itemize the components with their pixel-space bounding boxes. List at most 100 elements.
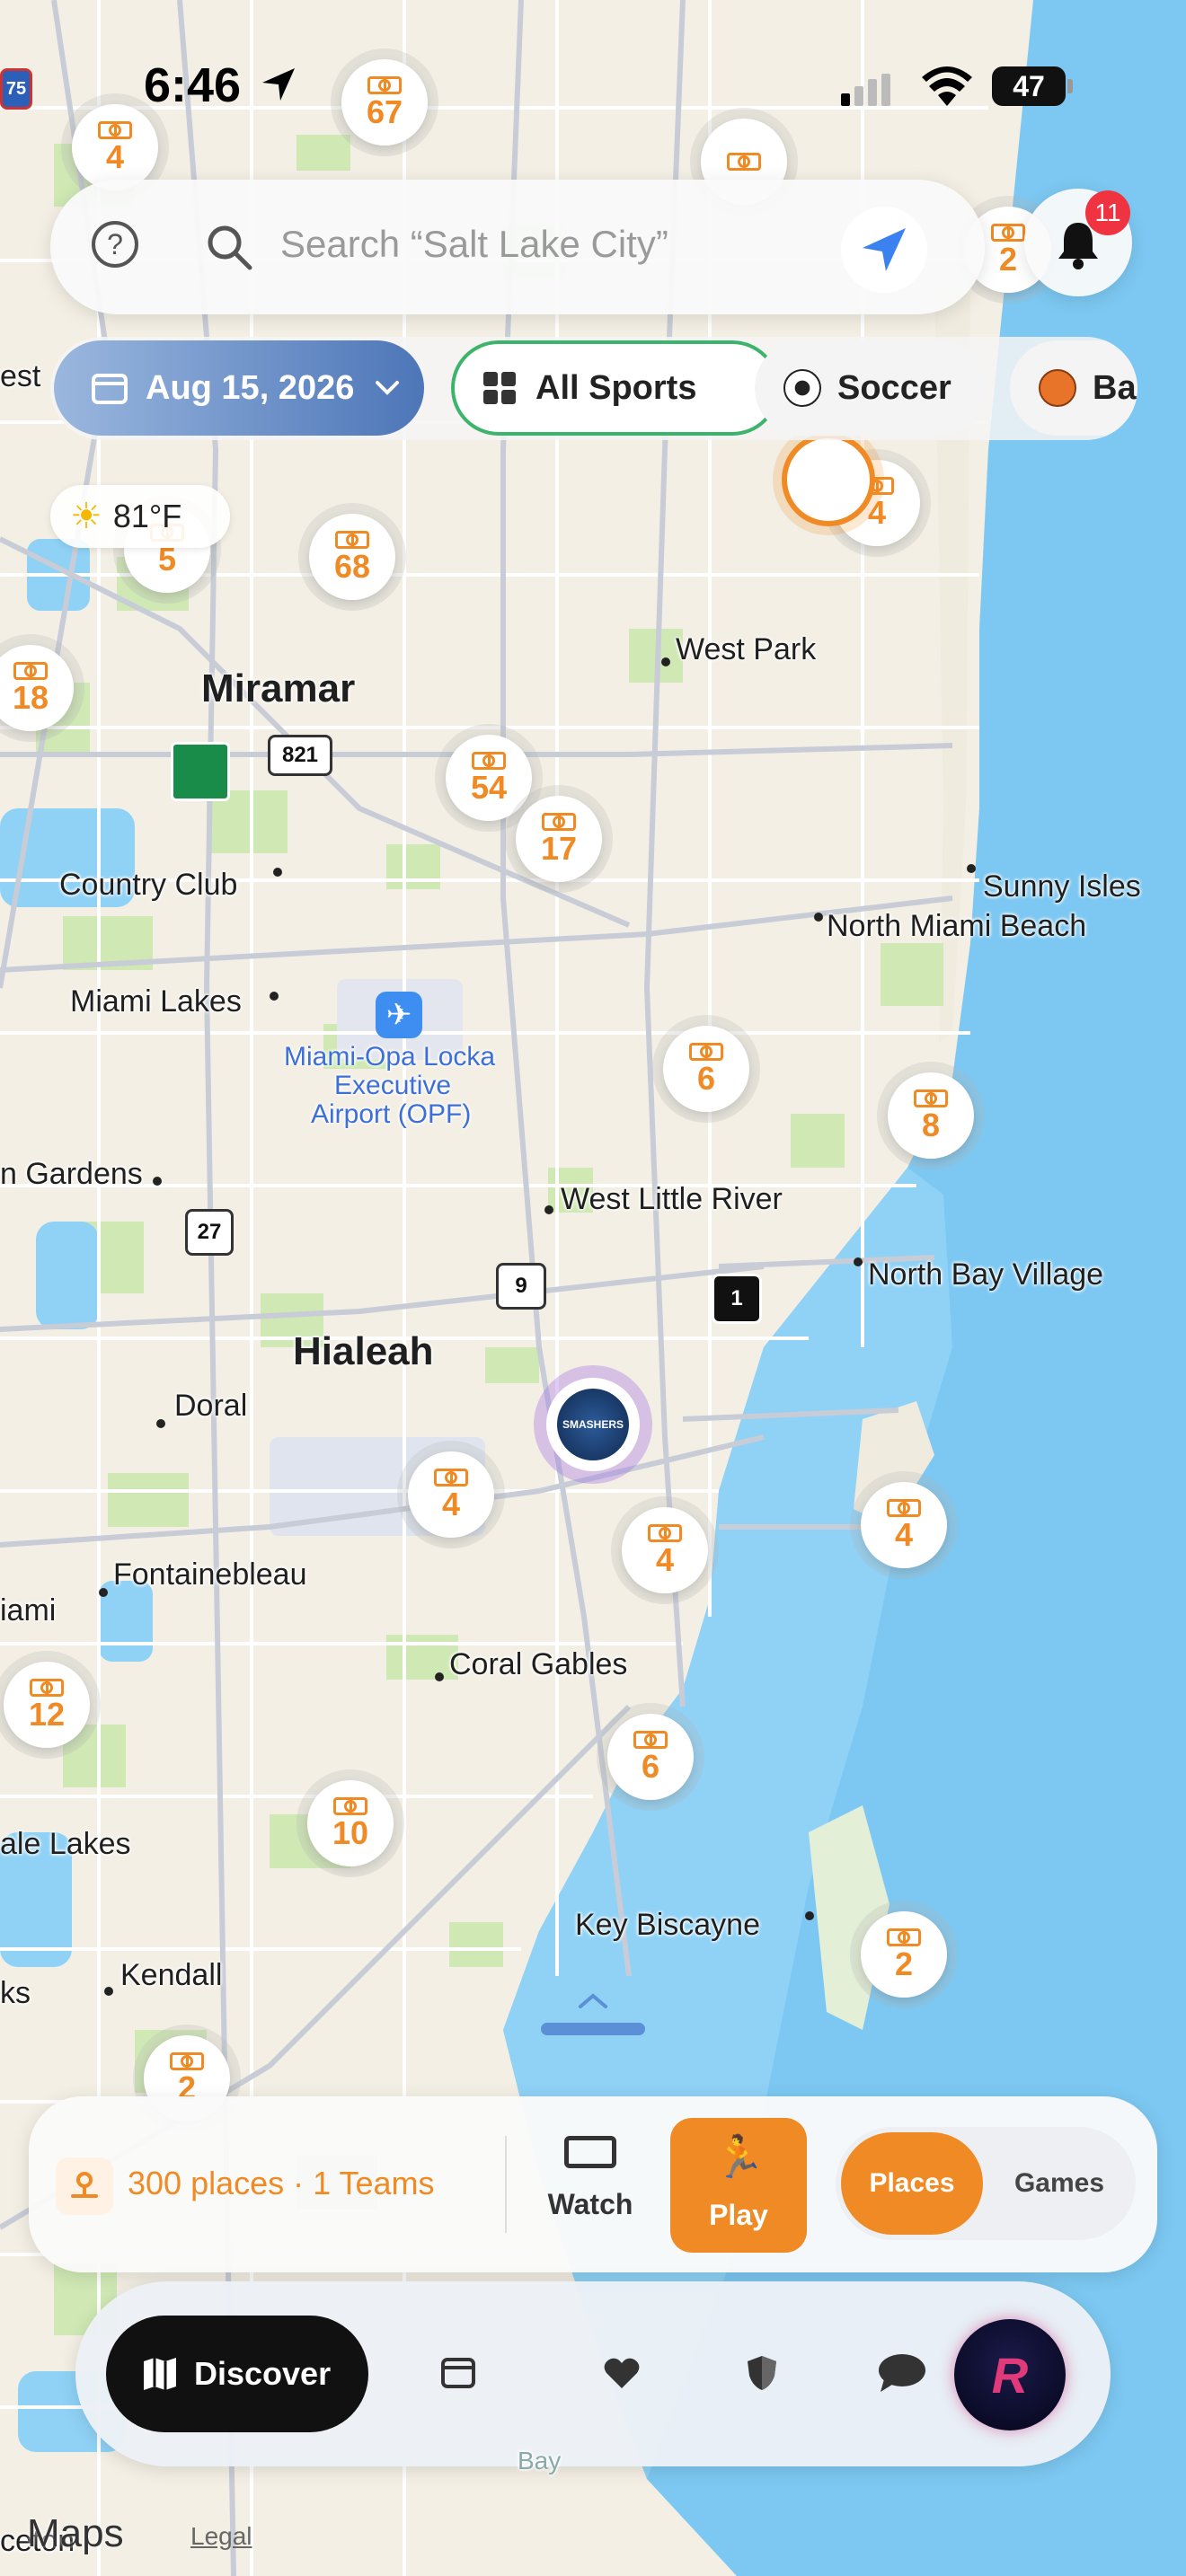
field-icon <box>542 813 576 831</box>
soccer-ball-icon <box>783 369 821 407</box>
tab-bar: Discover R <box>75 2281 1111 2466</box>
field-icon <box>335 531 369 549</box>
field-icon <box>98 121 132 139</box>
city-label-key-biscayne: Key Biscayne <box>575 1908 760 1942</box>
city-label-coral-gables: Coral Gables <box>449 1647 628 1681</box>
tab-favorites[interactable] <box>586 2337 658 2409</box>
cluster-pin[interactable]: 4 <box>408 1451 494 1538</box>
city-label-bay: Bay <box>518 2447 562 2475</box>
running-person-icon: 🏃 <box>713 2133 766 2180</box>
legal-link[interactable]: Legal <box>190 2522 252 2551</box>
places-games-toggle[interactable]: Places Games <box>836 2127 1136 2240</box>
city-label-miramar: Miramar <box>201 666 356 710</box>
city-dot <box>435 1672 444 1681</box>
filter-chip-row[interactable]: Aug 15, 2026 All Sports Soccer Ba <box>50 337 1137 440</box>
highway-shield-27: 27 <box>185 1209 234 1256</box>
city-dot <box>104 1987 113 1996</box>
toggle-games[interactable]: Games <box>988 2132 1130 2235</box>
signal-icon <box>841 74 891 106</box>
tab-discover[interactable]: Discover <box>106 2316 368 2432</box>
locate-me-button[interactable] <box>841 207 927 293</box>
field-icon <box>333 1797 367 1815</box>
city-label-country-club: Country Club <box>59 868 238 902</box>
weather-temp: 81°F <box>112 498 182 534</box>
airport-icon[interactable]: ✈ <box>376 992 422 1038</box>
cluster-pin[interactable]: 8 <box>888 1072 974 1159</box>
apple-maps-attribution: Maps <box>27 2511 124 2555</box>
city-label-miami-lakes: Miami Lakes <box>70 984 242 1019</box>
cluster-pin[interactable]: 68 <box>309 514 395 600</box>
field-icon <box>434 1469 468 1486</box>
field-icon <box>689 1043 723 1061</box>
team-logo: SMASHERS <box>557 1389 629 1460</box>
highway-shield-9: 9 <box>496 1263 546 1310</box>
field-icon <box>30 1679 64 1697</box>
airport-label-line2: Executive <box>334 1071 452 1100</box>
cluster-pin[interactable]: 12 <box>4 1662 90 1748</box>
profile-avatar[interactable]: R <box>954 2319 1066 2430</box>
date-filter-chip[interactable]: Aug 15, 2026 <box>54 340 424 436</box>
toggle-places[interactable]: Places <box>841 2132 983 2235</box>
city-dot <box>153 1177 162 1186</box>
cluster-pin[interactable]: 6 <box>607 1714 694 1800</box>
field-icon <box>564 2136 616 2168</box>
watch-button[interactable]: Watch <box>532 2123 649 2245</box>
grid-icon <box>483 372 516 404</box>
team-pin-smashers[interactable]: SMASHERS <box>546 1378 640 1471</box>
chip-soccer[interactable]: Soccer <box>755 340 988 436</box>
results-count[interactable]: 300 places · 1 Teams <box>128 2165 435 2202</box>
city-label-fontainebleau: Fontainebleau <box>113 1557 307 1592</box>
cluster-pin[interactable]: 2 <box>861 1911 947 1998</box>
calendar-icon <box>92 374 128 404</box>
selected-venue-pin[interactable] <box>782 433 875 526</box>
sun-icon: ☀ <box>70 497 102 536</box>
city-dot <box>967 864 976 873</box>
tab-calendar[interactable] <box>422 2337 494 2409</box>
city-dot <box>661 657 670 666</box>
divider <box>505 2136 507 2233</box>
search-input[interactable]: Search “Salt Lake City” <box>280 223 668 266</box>
cluster-pin[interactable]: 17 <box>516 796 602 882</box>
highway-shield-1: 1 <box>712 1274 762 1324</box>
field-icon <box>170 2052 204 2070</box>
heart-icon <box>604 2358 640 2388</box>
cluster-pin[interactable]: 4 <box>72 104 158 190</box>
city-label-est: est <box>0 359 41 393</box>
shield-icon <box>748 2356 776 2390</box>
florida-turnpike-icon <box>171 742 230 801</box>
map-icon <box>144 2358 176 2390</box>
chip-basketball[interactable]: Ba <box>1010 340 1137 436</box>
weather-badge: ☀ 81°F <box>50 485 230 548</box>
tab-messages[interactable] <box>866 2337 938 2409</box>
city-dot <box>99 1588 108 1597</box>
search-bar[interactable]: ? Search “Salt Lake City” <box>50 180 985 314</box>
play-button[interactable]: 🏃 Play <box>670 2118 807 2253</box>
field-icon <box>472 752 506 770</box>
chip-all-sports-label: All Sports <box>535 368 697 407</box>
chip-soccer-label: Soccer <box>837 368 951 407</box>
cluster-pin[interactable]: 10 <box>307 1780 394 1866</box>
field-icon <box>887 1928 921 1946</box>
cluster-pin[interactable]: 54 <box>446 735 532 821</box>
city-label-ks: ks <box>0 1976 31 2010</box>
battery-icon: 47 <box>992 66 1066 106</box>
city-dot <box>270 992 279 1001</box>
city-label-north-miami-beach: North Miami Beach <box>827 909 1087 943</box>
cluster-pin[interactable]: 6 <box>663 1026 749 1112</box>
city-dot <box>854 1257 863 1266</box>
chip-all-sports[interactable]: All Sports <box>451 340 780 436</box>
cluster-pin[interactable]: 4 <box>861 1482 947 1568</box>
tab-teams[interactable] <box>726 2337 798 2409</box>
airport-label-line3: Airport (OPF) <box>311 1099 472 1129</box>
city-dot <box>805 1911 814 1920</box>
status-bar: 6:46 47 <box>0 54 1186 117</box>
field-icon <box>633 1731 668 1749</box>
cluster-pin[interactable]: 4 <box>622 1507 708 1593</box>
help-icon[interactable]: ? <box>92 221 138 268</box>
sheet-chevron-up-icon[interactable] <box>577 1992 609 2010</box>
battery-cap <box>1067 79 1073 93</box>
city-label-west-park: West Park <box>676 632 817 666</box>
sheet-drag-handle[interactable] <box>541 2023 645 2035</box>
location-arrow-icon <box>262 68 295 101</box>
city-label-kendall: Kendall <box>120 1958 223 1992</box>
